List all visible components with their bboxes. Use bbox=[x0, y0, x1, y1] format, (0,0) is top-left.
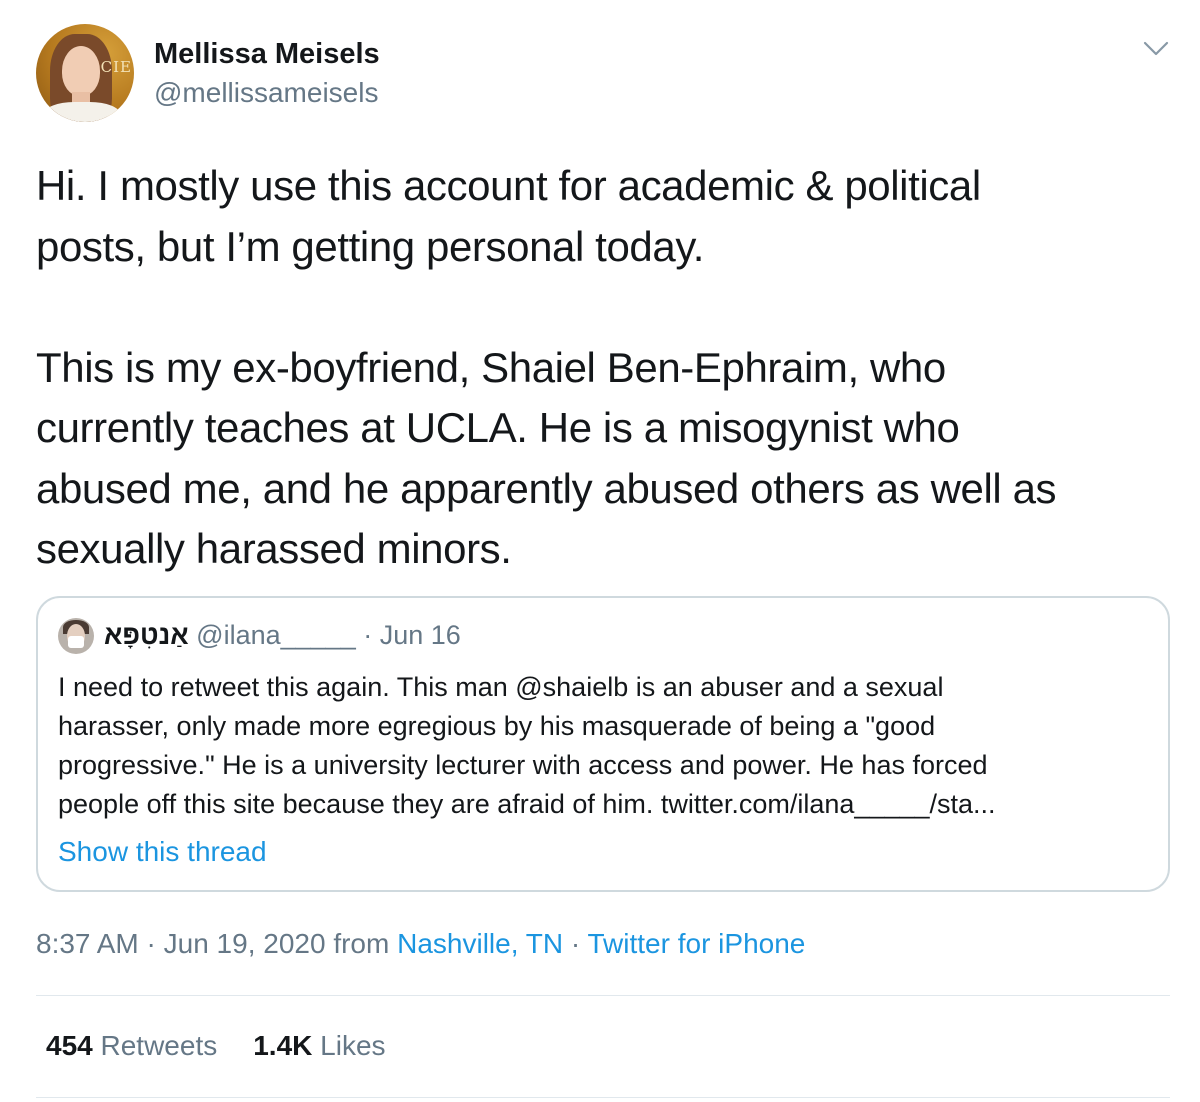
tweet-text-line: currently teaches at UCLA. He is a misog… bbox=[36, 404, 960, 451]
quoted-date: Jun 16 bbox=[379, 620, 461, 650]
quoted-handle: @ilana_____ bbox=[196, 620, 356, 650]
quoted-header: אַנטִפָּא @ilana_____ · Jun 16 bbox=[104, 620, 461, 651]
divider bbox=[36, 995, 1170, 996]
tweet-text-line: abused me, and he apparently abused othe… bbox=[36, 464, 1057, 512]
author-display-name[interactable]: Mellissa Meisels bbox=[154, 38, 380, 71]
tweet-time[interactable]: 8:37 AM bbox=[36, 928, 139, 959]
divider bbox=[36, 1097, 1170, 1098]
likes-label: Likes bbox=[320, 1030, 386, 1061]
quoted-avatar bbox=[58, 618, 94, 654]
likes-stat[interactable]: 1.4K Likes bbox=[253, 1030, 385, 1061]
likes-count: 1.4K bbox=[253, 1030, 313, 1061]
tweet-meta: 8:37 AM · Jun 19, 2020 from Nashville, T… bbox=[36, 928, 805, 960]
source-link[interactable]: Twitter for iPhone bbox=[587, 928, 805, 959]
tweet-stats: 454 Retweets 1.4K Likes bbox=[46, 1030, 386, 1062]
quoted-separator: · bbox=[363, 620, 373, 650]
quoted-body-line: progressive." He is a university lecture… bbox=[58, 750, 988, 780]
from-label: from bbox=[333, 928, 390, 959]
location-link[interactable]: Nashville, TN bbox=[397, 928, 563, 959]
quoted-display-name: אַנטִפָּא bbox=[104, 620, 189, 650]
quoted-body-line: I need to retweet this again. This man @… bbox=[58, 672, 944, 702]
author-avatar[interactable]: CIE bbox=[36, 24, 134, 122]
chevron-down-icon bbox=[1143, 41, 1169, 56]
avatar-face bbox=[62, 46, 100, 96]
retweets-label: Retweets bbox=[100, 1030, 218, 1061]
tweet-text-line: Hi. I mostly use this account for academ… bbox=[36, 162, 981, 209]
tweet-date[interactable]: Jun 19, 2020 bbox=[164, 928, 326, 959]
meta-separator: · bbox=[570, 928, 581, 959]
quoted-body-line: harasser, only made more egregious by hi… bbox=[58, 711, 936, 741]
show-thread-link[interactable]: Show this thread bbox=[58, 836, 267, 868]
avatar-shirt bbox=[44, 102, 120, 122]
tweet-menu-button[interactable] bbox=[1140, 34, 1172, 62]
tweet-card: CIE Mellissa Meisels @mellissameisels Hi… bbox=[0, 0, 1200, 1102]
quoted-body-line: people off this site because they are af… bbox=[58, 789, 996, 819]
author-handle[interactable]: @mellissameisels bbox=[154, 77, 378, 109]
quoted-body: I need to retweet this again. This man @… bbox=[58, 668, 1148, 824]
avatar-background-sign: CIE bbox=[100, 58, 132, 76]
retweets-count: 454 bbox=[46, 1030, 93, 1061]
quoted-tweet[interactable]: אַנטִפָּא @ilana_____ · Jun 16 I need to… bbox=[36, 596, 1170, 892]
tweet-text-line: sexually harassed minors. bbox=[36, 525, 512, 572]
tweet-text-line: posts, but I’m getting personal today. bbox=[36, 222, 705, 270]
quoted-avatar-mask bbox=[68, 636, 84, 648]
retweets-stat[interactable]: 454 Retweets bbox=[46, 1030, 217, 1061]
tweet-text-line: This is my ex-boyfriend, Shaiel Ben-Ephr… bbox=[36, 343, 946, 391]
meta-separator: · bbox=[146, 928, 156, 959]
tweet-text: Hi. I mostly use this account for academ… bbox=[36, 156, 1176, 580]
